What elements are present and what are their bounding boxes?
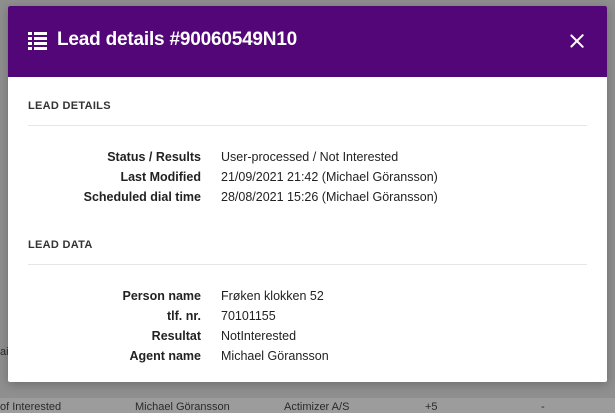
section-divider (28, 125, 587, 126)
field-value: 28/08/2021 15:26 (Michael Göransson) (221, 190, 438, 204)
modal-header: Lead details #90060549N10 (8, 6, 607, 77)
field-label: Last Modified (120, 170, 201, 184)
field-label: Resultat (151, 329, 201, 343)
field-value: Frøken klokken 52 (221, 289, 324, 303)
modal-title: Lead details #90060549N10 (57, 29, 298, 50)
field-value: 21/09/2021 21:42 (Michael Göransson) (221, 170, 438, 184)
background-cell-result: of Interested (0, 401, 62, 413)
field-row-status: Status / Results User-processed / Not In… (8, 150, 607, 170)
field-label: Person name (122, 289, 201, 303)
section-title-lead-data: LEAD DATA (28, 239, 93, 251)
field-value: Michael Göransson (221, 349, 329, 363)
background-cell-extra: - (541, 401, 545, 413)
field-value: NotInterested (221, 329, 297, 343)
field-value: 70101155 (221, 309, 276, 323)
field-row-agent-name: Agent name Michael Göransson (8, 349, 607, 369)
field-label: Agent name (129, 349, 201, 363)
field-row-person-name: Person name Frøken klokken 52 (8, 289, 607, 309)
section-title-lead-details: LEAD DETAILS (28, 100, 111, 112)
list-icon (28, 32, 48, 51)
field-row-last-modified: Last Modified 21/09/2021 21:42 (Michael … (8, 170, 607, 190)
field-value: User-processed / Not Interested (221, 150, 399, 164)
background-cell-agent: Michael Göransson (135, 401, 230, 413)
field-row-phone: tlf. nr. 70101155 (8, 309, 607, 329)
background-table-row: of Interested Michael Göransson Actimize… (0, 398, 615, 413)
field-label: Status / Results (107, 150, 201, 164)
close-icon[interactable] (569, 33, 585, 49)
field-row-scheduled-dial-time: Scheduled dial time 28/08/2021 15:26 (Mi… (8, 190, 607, 210)
background-cell-company: Actimizer A/S (284, 401, 350, 413)
field-label: Scheduled dial time (83, 190, 201, 204)
field-label: tlf. nr. (166, 309, 201, 323)
section-divider (28, 264, 587, 265)
field-row-result: Resultat NotInterested (8, 329, 607, 349)
lead-details-modal: Lead details #90060549N10 LEAD DETAILS S… (8, 6, 607, 382)
background-cell-count: +5 (425, 401, 438, 413)
